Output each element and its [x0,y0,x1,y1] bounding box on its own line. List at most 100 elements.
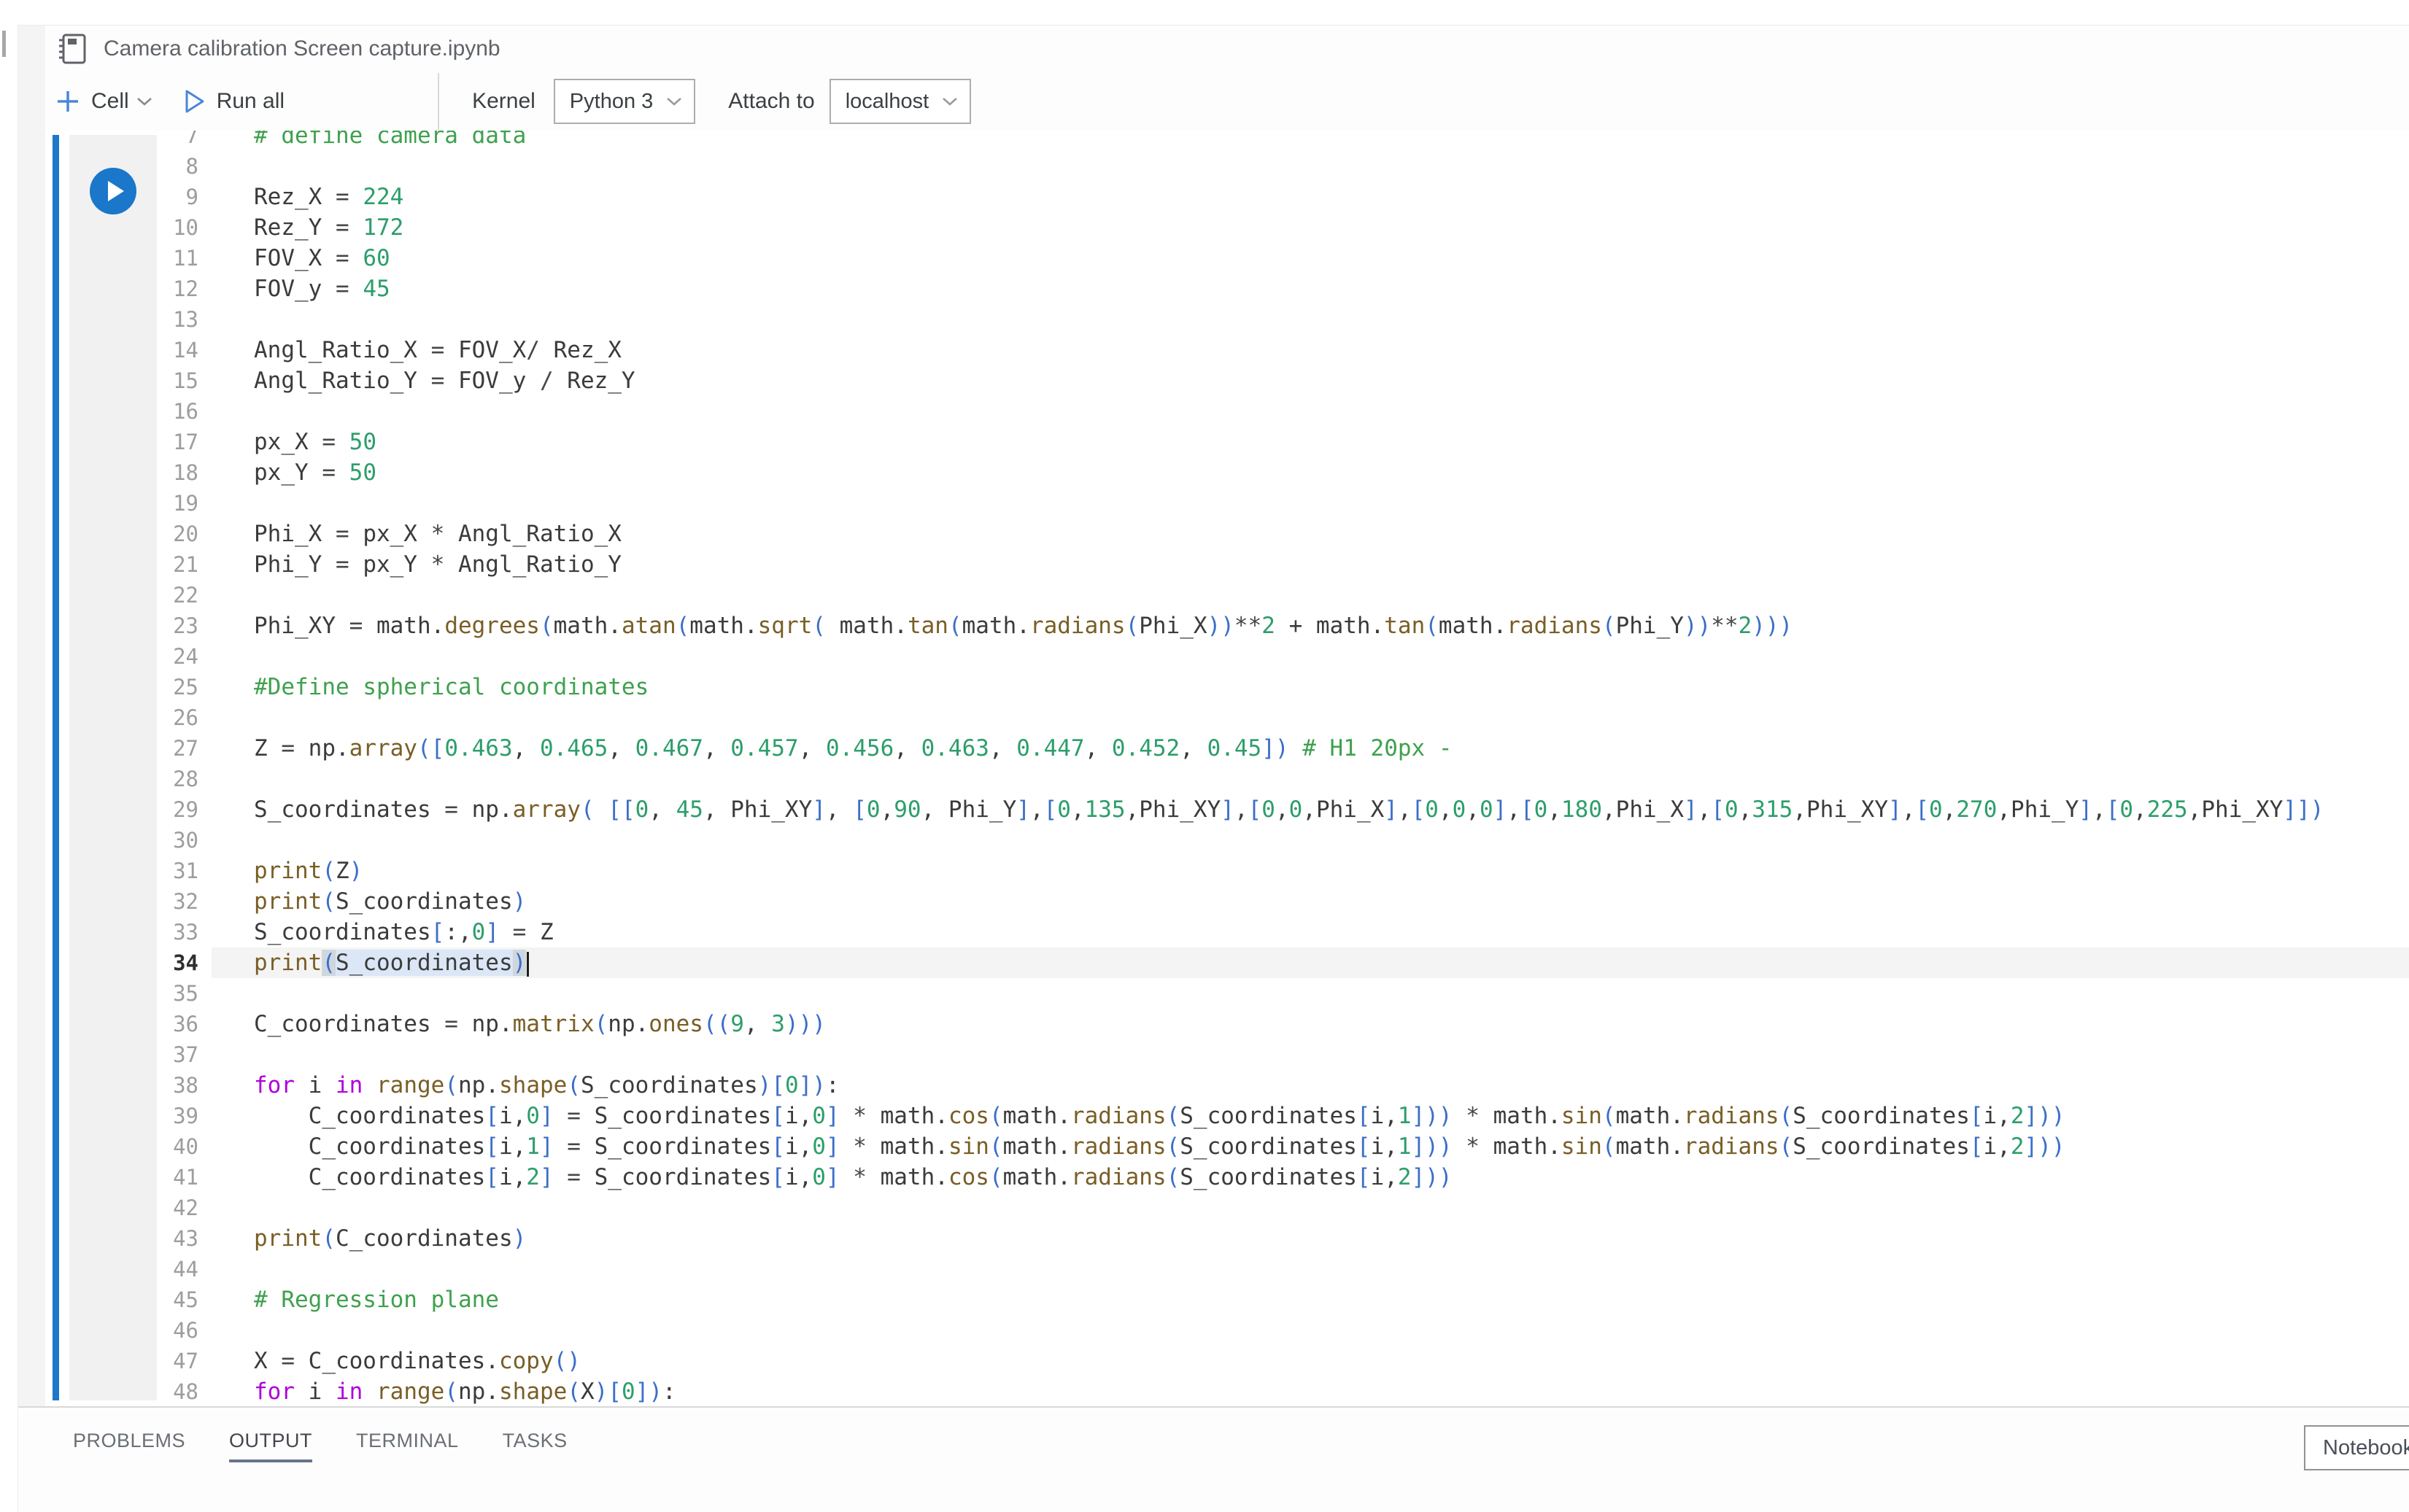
code-line-text: Rez_Y = 172 [254,212,2409,243]
code-line[interactable]: 36 C_coordinates = np.matrix(np.ones((9, … [45,1009,2409,1039]
code-line[interactable]: 9Rez_X = 224 [45,182,2409,212]
line-number: 32 [45,886,204,917]
code-line[interactable]: 40 C_coordinates[i,1] = S_coordinates[i,… [45,1131,2409,1162]
code-line[interactable]: 42 [45,1193,2409,1223]
code-line[interactable]: 38 for i in range(np.shape(S_coordinates)… [45,1070,2409,1101]
code-line-text [254,1254,2409,1284]
line-number: 23 [45,610,204,641]
line-number: 17 [45,427,204,457]
code-line-text: FOV_y = 45 [254,274,2409,304]
add-cell-label: Cell [91,89,129,114]
code-line-text: Angl_Ratio_X = FOV_X/ Rez_X [254,335,2409,365]
line-number: 40 [45,1131,204,1162]
plus-icon [55,88,81,115]
line-number: 29 [45,794,204,825]
code-line[interactable]: 20Phi_X = px_X * Angl_Ratio_X [45,519,2409,549]
line-number: 8 [45,151,204,182]
code-line[interactable]: 14 Angl_Ratio_X = FOV_X/ Rez_X [45,335,2409,365]
screen-edge-artifact [2,31,6,57]
code-line[interactable]: 12 FOV_y = 45 [45,274,2409,304]
tab-problems[interactable]: PROBLEMS [73,1430,185,1462]
code-line-text: for i in range(np.shape(S_coordinates)[0… [254,1070,2409,1101]
code-line[interactable]: 44 [45,1254,2409,1284]
code-line[interactable]: 28 [45,764,2409,794]
code-line[interactable]: 47X = C_coordinates.copy() [45,1346,2409,1376]
code-line[interactable]: 33S_coordinates[:,0] = Z [45,917,2409,947]
code-editor[interactable]: 7# define camera data89Rez_X = 22410 Rez_… [45,131,2409,1406]
code-line[interactable]: 35 [45,978,2409,1009]
line-number: 15 [45,365,204,396]
code-line[interactable]: 30 [45,825,2409,856]
code-line[interactable]: 18 px_Y = 50 [45,457,2409,488]
code-line-text: px_Y = 50 [254,457,2409,488]
tab-terminal[interactable]: TERMINAL [356,1430,459,1462]
code-line-text: print(S_coordinates) [254,947,2409,978]
tab-output[interactable]: OUTPUT [229,1430,312,1462]
code-line[interactable]: 48for i in range(np.shape(X)[0]): [45,1376,2409,1406]
line-number: 12 [45,274,204,304]
text-cursor [527,952,529,977]
code-line-text [254,151,2409,182]
code-line[interactable]: 7# define camera data [45,131,2409,151]
code-line[interactable]: 46 [45,1315,2409,1346]
code-line[interactable]: 21Phi_Y = px_Y * Angl_Ratio_Y [45,549,2409,580]
code-line[interactable]: 45 # Regression plane [45,1284,2409,1315]
code-line-text: C_coordinates = np.matrix(np.ones((9, 3)… [254,1009,2409,1039]
code-line[interactable]: 10 Rez_Y = 172 [45,212,2409,243]
attach-host-select[interactable]: localhost [830,79,971,124]
code-line[interactable]: 23 Phi_XY = math.degrees(math.atan(math.s… [45,610,2409,641]
code-line[interactable]: 16 [45,396,2409,427]
line-number: 10 [45,212,204,243]
code-line-text [254,1193,2409,1223]
line-number: 16 [45,396,204,427]
line-number: 14 [45,335,204,365]
code-line-text [254,978,2409,1009]
code-line-text: Z = np.array([0.463, 0.465, 0.467, 0.457… [254,733,2409,764]
code-line-text: Phi_X = px_X * Angl_Ratio_X [254,519,2409,549]
line-number: 36 [45,1009,204,1039]
code-line[interactable]: 34print(S_coordinates) [45,947,2409,978]
code-line[interactable]: 13 [45,304,2409,335]
toolbar-separator [438,73,439,130]
line-number: 46 [45,1315,204,1346]
line-number: 28 [45,764,204,794]
line-number: 45 [45,1284,204,1315]
code-line-text [254,304,2409,335]
line-number: 18 [45,457,204,488]
panel-tabs: PROBLEMS OUTPUT TERMINAL TASKS [18,1408,2409,1462]
code-line[interactable]: 15Angl_Ratio_Y = FOV_y / Rez_Y [45,365,2409,396]
code-line[interactable]: 11FOV_X = 60 [45,243,2409,274]
code-line[interactable]: 26 [45,702,2409,733]
code-line[interactable]: 8 [45,151,2409,182]
code-line[interactable]: 24 [45,641,2409,672]
code-line[interactable]: 32 print(S_coordinates) [45,886,2409,917]
code-line[interactable]: 27Z = np.array([0.463, 0.465, 0.467, 0.4… [45,733,2409,764]
code-line-text [254,396,2409,427]
code-line[interactable]: 22 [45,580,2409,610]
run-all-icon [183,89,206,114]
panel-output-channel-select[interactable]: Notebook [2304,1425,2409,1470]
code-line-text: X = C_coordinates.copy() [254,1346,2409,1376]
code-line[interactable]: 25#Define spherical coordinates [45,672,2409,702]
line-number: 7 [45,131,204,151]
code-line[interactable]: 41 C_coordinates[i,2] = S_coordinates[i,… [45,1162,2409,1193]
line-number: 44 [45,1254,204,1284]
chevron-down-icon [942,96,958,106]
add-cell-button[interactable]: Cell [55,88,152,115]
code-line[interactable]: 17px_X = 50 [45,427,2409,457]
line-number: 13 [45,304,204,335]
code-line-text: # Regression plane [254,1284,2409,1315]
code-line[interactable]: 29S_coordinates = np.array( [[0, 45, Phi… [45,794,2409,825]
kernel-select[interactable]: Python 3 [554,79,695,124]
tab-tasks[interactable]: TASKS [503,1430,568,1462]
code-line-text: C_coordinates[i,2] = S_coordinates[i,0] … [254,1162,2409,1193]
code-line[interactable]: 31print(Z) [45,856,2409,886]
run-all-button[interactable]: Run all [183,89,285,114]
code-line[interactable]: 37 [45,1039,2409,1070]
code-line[interactable]: 19 [45,488,2409,519]
code-line-text: Phi_XY = math.degrees(math.atan(math.sqr… [254,610,2409,641]
line-number: 38 [45,1070,204,1101]
code-line[interactable]: 43print(C_coordinates) [45,1223,2409,1254]
code-line-text: print(S_coordinates) [254,886,2409,917]
code-line[interactable]: 39 C_coordinates[i,0] = S_coordinates[i,… [45,1101,2409,1131]
